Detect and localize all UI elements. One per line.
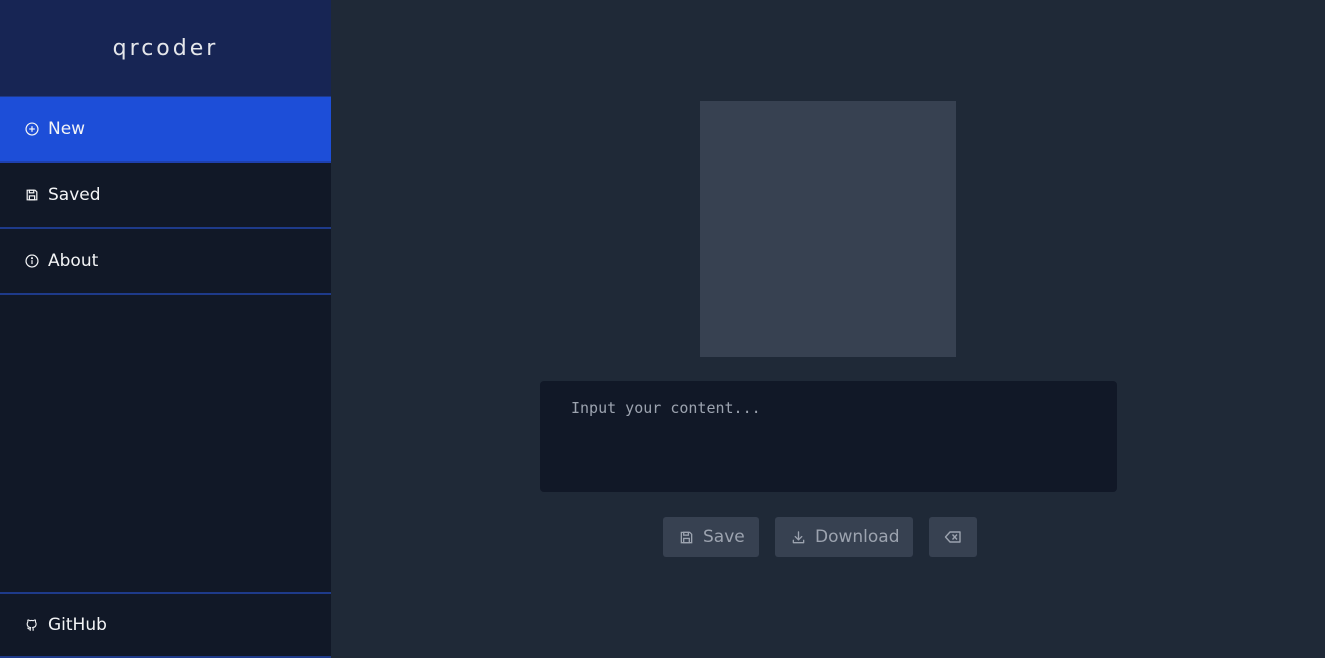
sidebar-item-label: GitHub: [48, 615, 107, 635]
sidebar-item-saved[interactable]: Saved: [0, 163, 331, 229]
sidebar-item-new[interactable]: New: [0, 97, 331, 163]
floppy-disk-icon: [679, 530, 694, 545]
save-button-label: Save: [703, 527, 745, 547]
app-title: qrcoder: [0, 0, 331, 97]
app-root: qrcoder New Saved About GitHub Input you…: [0, 0, 1325, 658]
action-bar: Save Download: [663, 517, 977, 557]
download-icon: [791, 530, 806, 545]
sidebar-item-about[interactable]: About: [0, 229, 331, 295]
sidebar-item-label: About: [48, 251, 99, 271]
sidebar-item-github[interactable]: GitHub: [0, 592, 331, 658]
download-button[interactable]: Download: [775, 517, 913, 557]
info-circle-icon: [25, 254, 39, 268]
plus-circle-icon: [25, 122, 39, 136]
download-button-label: Download: [815, 527, 900, 547]
qr-code-preview: [700, 101, 956, 357]
main-panel: Save Download: [331, 0, 1325, 658]
github-icon: [25, 618, 39, 632]
backspace-icon: [944, 528, 962, 546]
sidebar: qrcoder New Saved About GitHub: [0, 0, 331, 658]
content-input[interactable]: [540, 381, 1117, 492]
floppy-disk-icon: [25, 188, 39, 202]
save-button[interactable]: Save: [663, 517, 759, 557]
sidebar-item-label: Saved: [48, 185, 101, 205]
sidebar-item-label: New: [48, 119, 86, 139]
clear-button[interactable]: [929, 517, 977, 557]
